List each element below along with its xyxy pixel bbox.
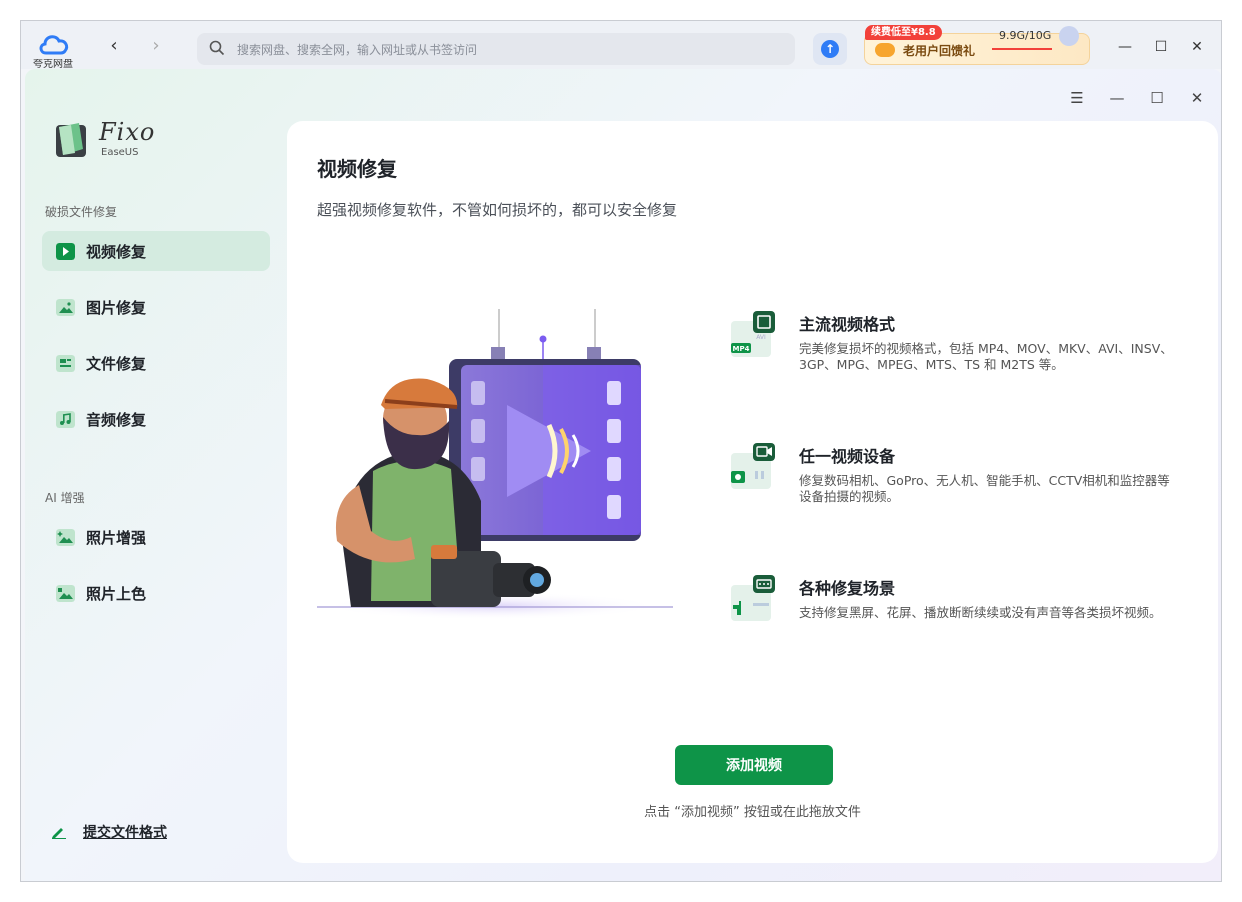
feature-title: 任一视频设备 xyxy=(799,447,896,466)
search-icon xyxy=(209,40,225,56)
logo-subtitle: EaseUS xyxy=(101,147,139,158)
page-title: 视频修复 xyxy=(317,157,397,181)
back-icon[interactable]: ‹ xyxy=(103,35,125,57)
browser-window: 夸克网盘 ‹ › 搜索网盘、搜索全网，输入网址或从书签访问 ↑ 老用户回馈礼 续… xyxy=(20,20,1222,882)
format-icon: MP4 AVI xyxy=(731,311,775,357)
sidebar-item-photo-enhance[interactable]: 照片增强 xyxy=(42,517,270,557)
sidebar-item-label: 照片上色 xyxy=(86,585,147,603)
format-tag-mp4: MP4 xyxy=(733,345,750,353)
feature-title: 各种修复场景 xyxy=(799,579,896,598)
promo-text: 老用户回馈礼 xyxy=(903,44,976,58)
minimize-icon[interactable]: — xyxy=(1113,35,1137,59)
close-icon[interactable]: ✕ xyxy=(1185,35,1209,59)
drop-hint: 点击 “添加视频” 按钮或在此拖放文件 xyxy=(644,805,861,820)
search-placeholder: 搜索网盘、搜索全网，输入网址或从书签访问 xyxy=(237,43,478,57)
music-icon xyxy=(56,411,75,428)
app-minimize-icon[interactable]: — xyxy=(1105,86,1129,110)
app-close-icon[interactable]: ✕ xyxy=(1185,86,1209,110)
feature-description: 完美修复损坏的视频格式，包括 MP4、MOV、MKV、AVI、INSV、3GP、… xyxy=(799,341,1173,372)
fixo-app-window: ☰ — ☐ ✕ Fixo EaseUS 破损文件修复 视频修复 图片修复 文件修… xyxy=(25,69,1221,881)
upload-arrow-icon: ↑ xyxy=(821,40,839,58)
image-icon xyxy=(56,299,75,316)
menu-icon[interactable]: ☰ xyxy=(1065,86,1089,110)
document-icon xyxy=(56,355,75,372)
forward-icon[interactable]: › xyxy=(145,35,167,57)
logo-name: Fixo xyxy=(99,118,156,146)
app-maximize-icon[interactable]: ☐ xyxy=(1145,86,1169,110)
sidebar-section-ai: AI 增强 xyxy=(45,491,85,505)
app-name: 夸克网盘 xyxy=(33,59,73,69)
format-tag-avi: AVI xyxy=(756,334,766,341)
play-icon xyxy=(56,243,75,260)
avatar[interactable] xyxy=(1059,26,1079,46)
sparkle-image-icon xyxy=(56,529,75,546)
device-icon xyxy=(731,443,775,489)
sidebar-item-label: 照片增强 xyxy=(86,529,147,547)
sidebar-section-repair: 破损文件修复 xyxy=(45,205,118,219)
sidebar-item-video-repair[interactable]: 视频修复 xyxy=(42,231,270,271)
pen-icon xyxy=(52,828,66,839)
sidebar-item-label: 文件修复 xyxy=(86,355,147,373)
coin-icon xyxy=(875,43,895,57)
storage-bar xyxy=(992,48,1052,50)
sidebar-item-image-repair[interactable]: 图片修复 xyxy=(42,287,270,327)
feature-description: 修复数码相机、GoPro、无人机、智能手机、CCTV相机和监控器等设备拍摄的视频… xyxy=(799,473,1170,504)
sidebar-item-file-repair[interactable]: 文件修复 xyxy=(42,343,270,383)
sidebar-item-label: 图片修复 xyxy=(86,299,147,317)
sidebar-item-label: 音频修复 xyxy=(86,411,147,429)
submit-format-label: 提交文件格式 xyxy=(83,825,167,841)
sidebar-item-photo-colorize[interactable]: 照片上色 xyxy=(42,573,270,613)
fixo-logo-icon xyxy=(56,123,86,157)
maximize-icon[interactable]: ☐ xyxy=(1149,35,1173,59)
main-panel[interactable]: 视频修复 超强视频修复软件，不管如何损坏的，都可以安全修复 MP4 AVI 主流… xyxy=(287,121,1218,863)
cloud-logo-icon[interactable] xyxy=(37,31,71,57)
video-repair-illustration xyxy=(317,309,673,620)
feature-title: 主流视频格式 xyxy=(799,315,896,334)
page-subtitle: 超强视频修复软件，不管如何损坏的，都可以安全修复 xyxy=(317,201,678,219)
add-video-button[interactable]: 添加视频 xyxy=(675,745,833,785)
browser-toolbar: 夸克网盘 ‹ › 搜索网盘、搜索全网，输入网址或从书签访问 ↑ 老用户回馈礼 续… xyxy=(21,21,1221,69)
search-input[interactable]: 搜索网盘、搜索全网，输入网址或从书签访问 xyxy=(197,33,795,65)
sidebar-item-label: 视频修复 xyxy=(86,243,147,261)
promo-badge: 续费低至¥8.8 xyxy=(865,25,942,40)
palette-image-icon xyxy=(56,585,75,602)
scenario-icon xyxy=(731,575,775,621)
storage-usage: 9.9G/10G xyxy=(999,29,1052,42)
sidebar-item-audio-repair[interactable]: 音频修复 xyxy=(42,399,270,439)
feature-description: 支持修复黑屏、花屏、播放断断续续或没有声音等各类损坏视频。 xyxy=(799,605,1162,620)
upload-button[interactable]: ↑ xyxy=(813,33,847,65)
